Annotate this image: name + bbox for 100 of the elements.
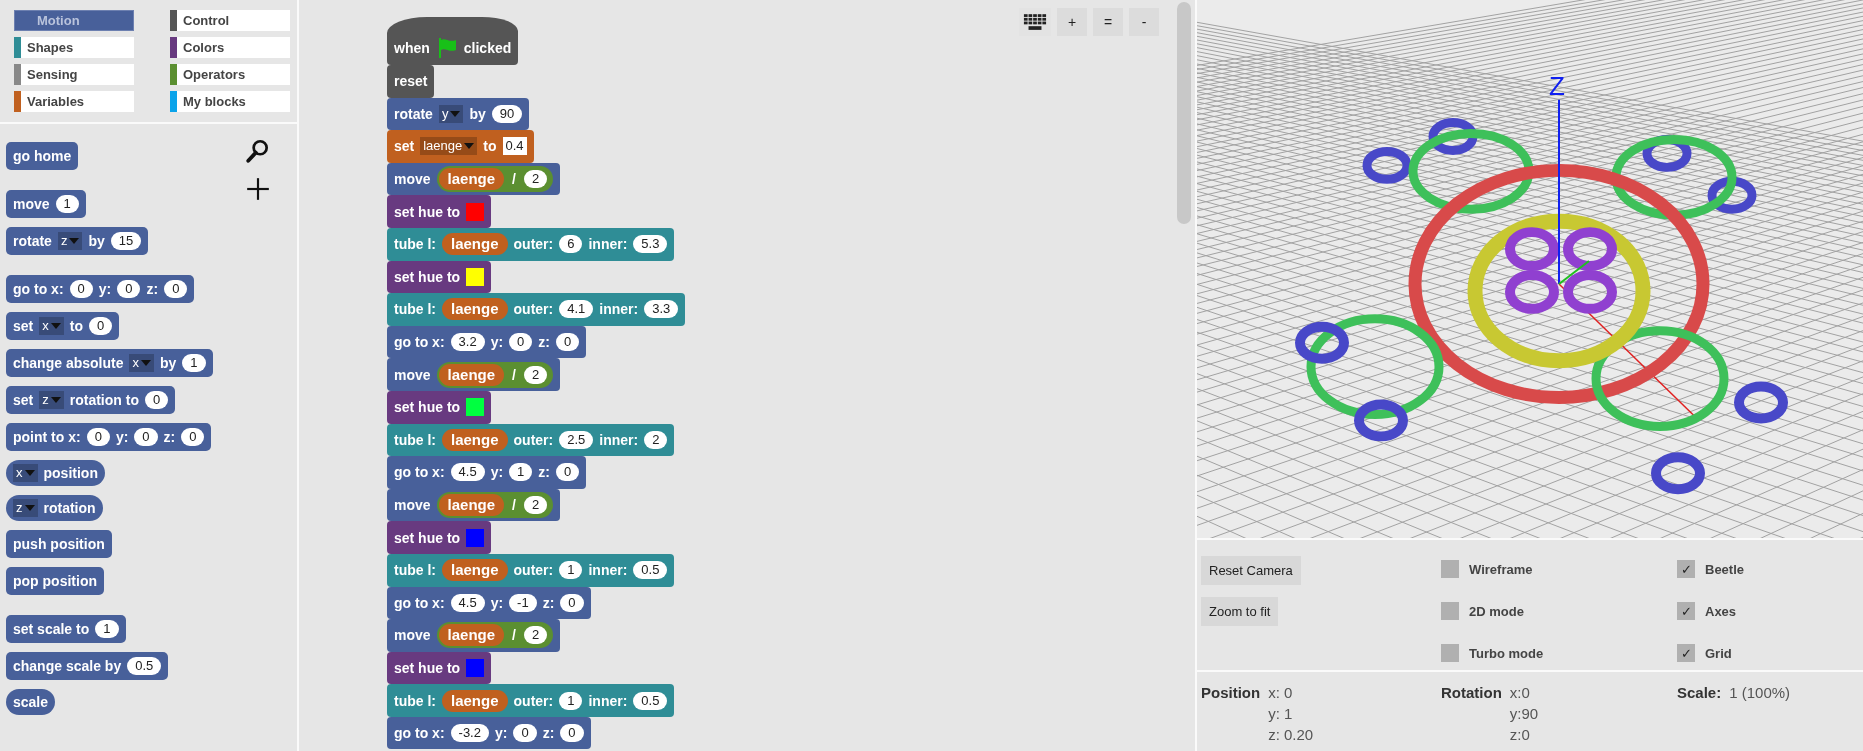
dropdown[interactable]: laenge bbox=[420, 137, 478, 156]
variable-reporter[interactable]: laenge bbox=[442, 559, 508, 582]
operator-reporter[interactable]: laenge / 2 bbox=[436, 622, 554, 649]
number-input[interactable]: 2 bbox=[524, 496, 548, 514]
operator-reporter[interactable]: laenge / 2 bbox=[436, 492, 554, 518]
number-input[interactable]: 4.1 bbox=[559, 300, 594, 319]
command-block[interactable]: go to x: -3.2 y: 0 z: 0 bbox=[387, 716, 591, 750]
number-input[interactable]: 2.5 bbox=[559, 430, 594, 449]
number-input[interactable]: 3.3 bbox=[644, 300, 679, 319]
number-input[interactable]: 0 bbox=[86, 428, 110, 446]
category-button[interactable]: Operators bbox=[170, 64, 290, 85]
number-input[interactable]: 0 bbox=[560, 593, 584, 612]
number-input[interactable]: 15 bbox=[110, 232, 142, 250]
command-block[interactable]: move laenge / 2 bbox=[387, 162, 561, 196]
category-button[interactable]: My blocks bbox=[170, 91, 290, 112]
number-input[interactable]: 1 bbox=[509, 463, 533, 482]
number-input[interactable]: 6 bbox=[559, 235, 583, 254]
command-block[interactable]: move laenge / 2 bbox=[387, 619, 561, 652]
number-input[interactable]: 4.5 bbox=[450, 593, 485, 612]
plus-icon[interactable] bbox=[245, 176, 271, 202]
category-button[interactable]: Colors bbox=[170, 37, 290, 58]
color-swatch[interactable] bbox=[466, 659, 485, 677]
command-block[interactable]: rotate y by 90 bbox=[387, 97, 530, 131]
dropdown[interactable]: y bbox=[438, 104, 464, 123]
number-input[interactable]: 2 bbox=[524, 170, 548, 189]
color-swatch[interactable] bbox=[466, 267, 485, 286]
command-block[interactable]: tube l: laenge outer: 4.1 inner: 3.3 bbox=[387, 293, 686, 326]
number-input[interactable]: 0 bbox=[509, 333, 533, 352]
zoom-button[interactable]: = bbox=[1093, 8, 1123, 36]
variable-reporter[interactable]: laenge bbox=[438, 168, 505, 191]
text-input[interactable]: 0.4 bbox=[502, 137, 527, 156]
variable-reporter[interactable]: laenge bbox=[442, 233, 508, 256]
number-input[interactable]: 3.2 bbox=[450, 333, 485, 352]
command-block[interactable]: tube l: laenge outer: 6 inner: 5.3 bbox=[387, 227, 675, 261]
number-input[interactable]: 5.3 bbox=[633, 235, 668, 254]
number-input[interactable]: 0 bbox=[556, 333, 580, 352]
command-block[interactable]: go to x: 4.5 y: 1 z: 0 bbox=[387, 456, 587, 489]
command-block[interactable]: set hue to bbox=[387, 260, 492, 294]
variable-reporter[interactable]: laenge bbox=[438, 494, 505, 516]
variable-reporter[interactable]: laenge bbox=[438, 363, 505, 386]
zoom-button[interactable]: - bbox=[1129, 8, 1159, 36]
reporter-block[interactable]: z rotation bbox=[6, 495, 103, 521]
command-block[interactable]: tube l: laenge outer: 2.5 inner: 2 bbox=[387, 423, 675, 457]
command-block[interactable]: set scale to 1 bbox=[6, 615, 126, 643]
color-swatch[interactable] bbox=[466, 398, 485, 417]
number-input[interactable]: 0.5 bbox=[633, 561, 668, 580]
checkbox[interactable]: ✓ bbox=[1677, 644, 1695, 662]
stage-button[interactable]: Zoom to fit bbox=[1201, 597, 1279, 626]
operator-reporter[interactable]: laenge / 2 bbox=[436, 361, 554, 388]
command-block[interactable]: go to x: 4.5 y: -1 z: 0 bbox=[387, 586, 591, 620]
number-input[interactable]: 1 bbox=[55, 195, 79, 213]
color-swatch[interactable] bbox=[466, 202, 485, 221]
category-button[interactable]: Control bbox=[170, 10, 290, 31]
variable-reporter[interactable]: laenge bbox=[442, 689, 508, 712]
number-input[interactable]: 0 bbox=[117, 280, 141, 298]
command-block[interactable]: point to x: 0 y: 0 z: 0 bbox=[6, 423, 212, 451]
stage-button[interactable]: Reset Camera bbox=[1201, 556, 1301, 585]
checkbox[interactable] bbox=[1441, 644, 1459, 662]
command-block[interactable]: reset bbox=[387, 65, 435, 98]
variable-reporter[interactable]: laenge bbox=[438, 624, 505, 647]
command-block[interactable]: go to x: 0 y: 0 z: 0 bbox=[6, 275, 195, 303]
number-input[interactable]: 0 bbox=[181, 428, 205, 446]
number-input[interactable]: -1 bbox=[509, 593, 537, 612]
command-block[interactable]: set hue to bbox=[387, 651, 492, 685]
command-block[interactable]: set hue to bbox=[387, 521, 492, 554]
zoom-button[interactable]: + bbox=[1057, 8, 1087, 36]
number-input[interactable]: 0 bbox=[513, 724, 537, 743]
number-input[interactable]: 2 bbox=[644, 430, 668, 449]
scrollbar[interactable] bbox=[1177, 2, 1191, 224]
number-input[interactable]: 2 bbox=[524, 626, 548, 645]
dropdown[interactable]: x bbox=[13, 464, 38, 482]
dropdown[interactable]: x bbox=[129, 354, 154, 372]
command-block[interactable]: push position bbox=[6, 530, 112, 558]
reporter-block[interactable]: x position bbox=[6, 460, 105, 486]
command-block[interactable]: set laenge to 0.4 bbox=[387, 130, 534, 163]
color-swatch[interactable] bbox=[466, 528, 485, 547]
command-block[interactable]: tube l: laenge outer: 1 inner: 0.5 bbox=[387, 553, 675, 587]
checkbox[interactable] bbox=[1441, 602, 1459, 620]
category-button[interactable]: Shapes bbox=[14, 37, 134, 58]
command-block[interactable]: set hue to bbox=[387, 195, 492, 228]
hat-block[interactable]: when clicked bbox=[387, 17, 519, 65]
command-block[interactable]: change absolute x by 1 bbox=[6, 349, 213, 377]
command-block[interactable]: move 1 bbox=[6, 190, 86, 218]
number-input[interactable]: 0 bbox=[69, 280, 93, 298]
search-icon[interactable] bbox=[245, 138, 271, 164]
reporter-block[interactable]: scale bbox=[6, 689, 56, 715]
command-block[interactable]: set z rotation to 0 bbox=[6, 386, 176, 414]
variable-reporter[interactable]: laenge bbox=[442, 428, 508, 451]
number-input[interactable]: 0 bbox=[88, 317, 113, 335]
dropdown[interactable]: z bbox=[13, 499, 38, 517]
command-block[interactable]: pop position bbox=[6, 567, 104, 595]
number-input[interactable]: 1 bbox=[95, 620, 119, 638]
command-block[interactable]: move laenge / 2 bbox=[387, 488, 561, 522]
number-input[interactable]: 90 bbox=[491, 104, 523, 123]
number-input[interactable]: 1 bbox=[559, 691, 583, 710]
scene-drawing[interactable]: Z bbox=[1197, 0, 1863, 540]
dropdown[interactable]: x bbox=[39, 317, 64, 335]
number-input[interactable]: 1 bbox=[559, 561, 583, 580]
command-block[interactable]: go to x: 3.2 y: 0 z: 0 bbox=[387, 325, 587, 359]
operator-reporter[interactable]: laenge / 2 bbox=[436, 166, 554, 193]
